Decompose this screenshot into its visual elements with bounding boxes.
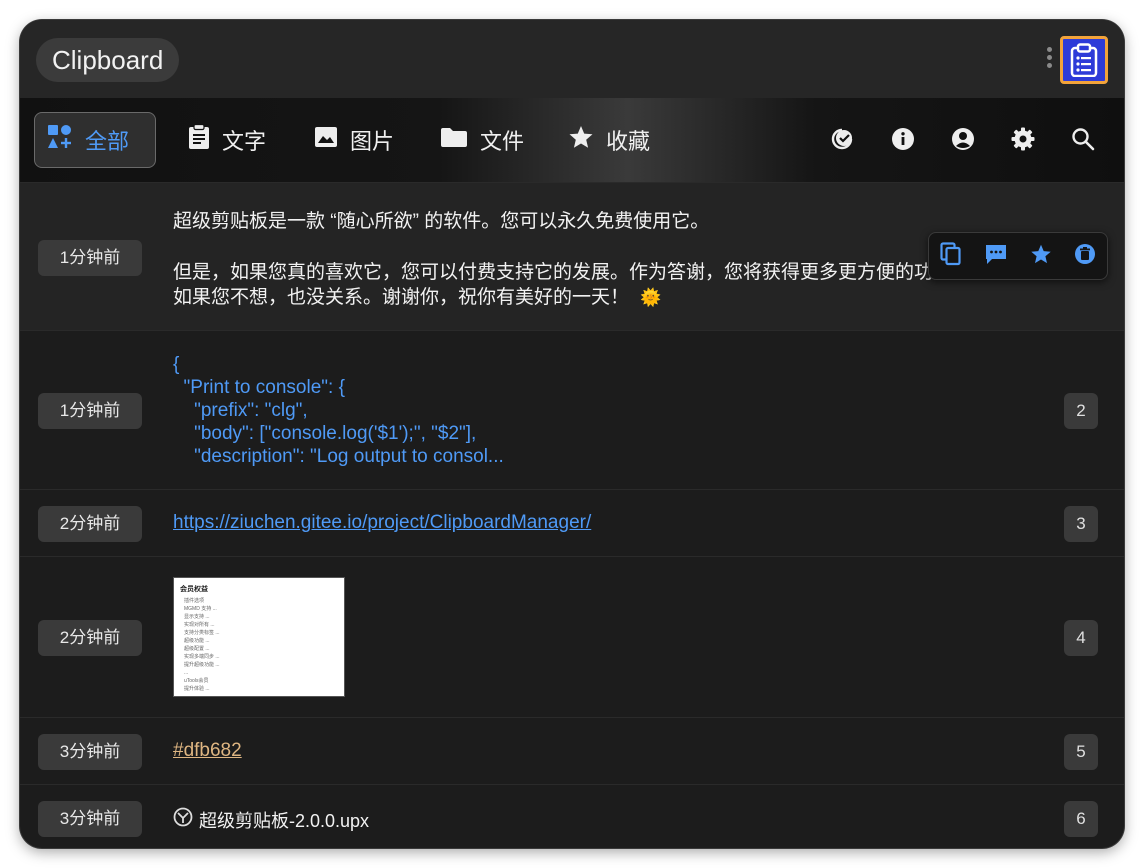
window-title: Clipboard [36,38,180,82]
time-badge: 2分钟前 [38,620,142,656]
index-badge: 4 [1064,620,1098,656]
tab-all-label: 全部 [85,129,130,154]
thumb-line: 提升体验 ... [184,686,210,692]
thumb-line: uTools会员 [184,678,209,684]
text-line: 如果您不想，也没关系。谢谢你，祝你有美好的一天！ 🌞 [173,285,1073,310]
search-icon[interactable] [1070,126,1096,152]
favorite-star-icon[interactable] [1030,243,1052,270]
tab-text[interactable]: 文字 [176,112,278,168]
image-thumbnail[interactable]: 会员权益 插件选项 MGMD 支持 ... 显示支持 ... 实现对所有 ... 支持分… [173,577,345,697]
title-bar: Clipboard [20,20,1124,98]
list-item[interactable]: 3分钟前 超级剪贴板-2.0.0.upx 6 [20,784,1124,848]
sun-emoji: 🌞 [640,288,662,307]
folder-icon [440,126,468,154]
file-name: 超级剪贴板-2.0.0.upx [199,811,370,831]
app-icon [1060,36,1108,84]
index-badge: 2 [1064,393,1098,429]
thumb-line: 显示支持 ... [184,614,210,620]
thumb-line: 插件选项 [184,598,205,604]
delete-icon[interactable] [1074,243,1096,270]
filter-toolbar: 全部 文字 图片 文件 收藏 [20,98,1124,182]
tab-favorites[interactable]: 收藏 [556,112,662,168]
url-link[interactable]: https://ziuchen.gitee.io/project/Clipboa… [173,512,591,533]
time-badge: 2分钟前 [38,506,142,542]
account-icon[interactable] [950,126,976,152]
thumb-line: 超级功能 ... [184,638,210,644]
thumb-line: ... [184,670,189,676]
check-badge-icon[interactable] [830,126,856,152]
more-menu-icon[interactable] [1044,44,1054,78]
image-icon [314,126,338,154]
thumb-line: 超级配置 ... [184,646,210,652]
tab-all[interactable]: 全部 [34,112,156,168]
index-badge: 5 [1064,734,1098,770]
comment-icon[interactable] [984,243,1008,270]
clipboard-text-icon [188,123,210,156]
thumb-line: 实现对所有 ... [184,622,215,628]
file-item: 超级剪贴板-2.0.0.upx [173,807,369,833]
time-badge: 3分钟前 [38,801,142,837]
time-badge: 1分钟前 [38,240,142,276]
tab-files-label: 文件 [480,129,525,154]
category-icon [47,124,73,156]
text-line: 超级剪贴板是一款 “随心所欲” 的软件。您可以永久免费使用它。 [173,211,710,232]
thumb-line: 实现多端同步 ... [184,654,220,660]
star-icon [568,125,594,155]
clipboard-window: Clipboard 全部 文字 图片 文件 收藏 1分钟前 超级剪贴板是一款 “… [20,20,1124,848]
list-item[interactable]: 2分钟前 会员权益 插件选项 MGMD 支持 ... 显示支持 ... 实现对所有 .… [20,556,1124,717]
text-line: 但是，如果您真的喜欢它，您可以付费支持它的发展。作为答谢，您将获得更多更方便的功… [173,262,933,283]
time-badge: 1分钟前 [38,393,142,429]
index-badge: 3 [1064,506,1098,542]
list-item[interactable]: 3分钟前 #dfb682 5 [20,717,1124,784]
tab-text-label: 文字 [222,129,267,154]
upx-file-icon [173,807,193,833]
item-action-bar [928,232,1108,280]
list-item[interactable]: 1分钟前 { "Print to console": { "prefix": "… [20,330,1124,489]
copy-icon[interactable] [940,241,962,271]
thumb-line: MGMD 支持 ... [184,606,217,612]
thumb-title: 会员权益 [180,586,208,593]
settings-icon[interactable] [1010,126,1036,152]
code-snippet: { "Print to console": { "prefix": "clg",… [173,354,504,467]
list-item[interactable]: 2分钟前 https://ziuchen.gitee.io/project/Cl… [20,489,1124,556]
tab-images[interactable]: 图片 [302,112,406,168]
tab-files[interactable]: 文件 [428,112,536,168]
tab-favorites-label: 收藏 [606,129,651,154]
color-value[interactable]: #dfb682 [173,740,242,761]
thumb-line: 提升超级功能 ... [184,662,220,668]
thumb-line: 支持分类标签 ... [184,630,220,636]
info-icon[interactable] [890,126,916,152]
tab-images-label: 图片 [350,129,395,154]
time-badge: 3分钟前 [38,734,142,770]
index-badge: 6 [1064,801,1098,837]
text-line-content: 如果您不想，也没关系。谢谢你，祝你有美好的一天！ [173,287,630,308]
